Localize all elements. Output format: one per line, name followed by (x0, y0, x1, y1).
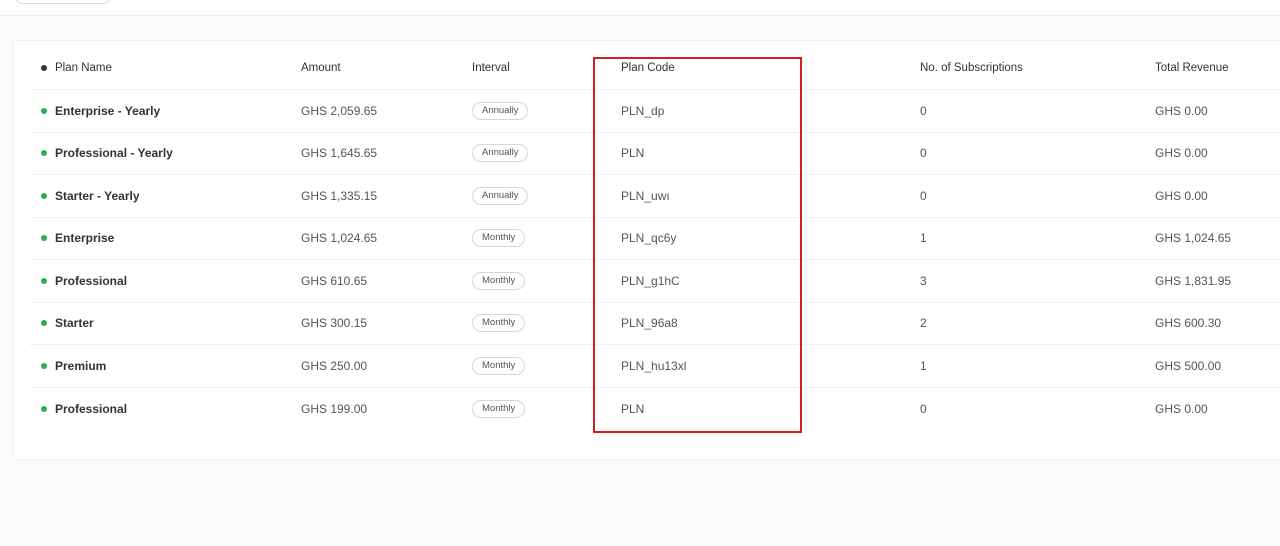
plan-amount: GHS 1,645.65 (301, 146, 378, 161)
header-amount[interactable]: Amount (301, 47, 341, 89)
table-row[interactable]: Enterprise - Yearly GHS 2,059.65 Annually P… (29, 90, 1280, 133)
interval-badge: Monthly (472, 356, 526, 375)
interval-badge: Monthly (472, 271, 526, 290)
plan-code: PLN_96a8 (621, 316, 678, 331)
header-total-revenue[interactable]: Total Revenue (1155, 47, 1229, 89)
active-status-dot-icon (41, 320, 47, 327)
top-bar (0, 0, 1280, 16)
plan-code: PLN (621, 401, 645, 416)
header-interval[interactable]: Interval (472, 47, 510, 89)
table-row[interactable]: Premium GHS 250.00 Monthly PLN_hu13xl 1 GHS 5… (29, 345, 1280, 388)
plan-interval-cell: Monthly (472, 388, 526, 431)
table-row[interactable]: Starter GHS 300.15 Monthly PLN_96a8 2 GHS 600… (29, 303, 1280, 345)
total-revenue: GHS 0.00 (1155, 103, 1208, 118)
active-status-dot-icon (41, 192, 47, 199)
plan-interval-cell: Annually (472, 133, 529, 175)
active-status-dot-icon (41, 405, 47, 412)
plan-amount: GHS 250.00 (301, 358, 368, 373)
plan-amount: GHS 1,335.15 (301, 188, 378, 203)
plan-name-cell: Starter - Yearly (41, 175, 140, 217)
total-revenue: GHS 0.00 (1155, 188, 1208, 203)
plan-code: PLN (621, 146, 645, 161)
plan-code: PLN_hu13xl (621, 358, 687, 373)
table-row[interactable]: Starter - Yearly GHS 1,335.15 Annually PLN_… (29, 175, 1280, 218)
plan-name-cell: Professional (41, 260, 127, 302)
plan-name[interactable]: Premium (55, 359, 106, 373)
plan-amount: GHS 610.65 (301, 273, 368, 288)
total-revenue: GHS 1,831.95 (1155, 273, 1232, 288)
plan-name[interactable]: Professional - Yearly (55, 146, 173, 160)
interval-badge: Monthly (472, 314, 526, 333)
total-revenue: GHS 0.00 (1155, 146, 1208, 161)
subscription-count: 0 (920, 401, 927, 416)
subscription-count: 0 (920, 146, 927, 161)
subscription-count: 1 (920, 358, 927, 373)
plan-interval-cell: Annually (472, 90, 529, 132)
plan-name-cell: Enterprise - Yearly (41, 90, 160, 132)
plan-code: PLN_g1hC (621, 273, 680, 288)
header-dot-icon (41, 65, 47, 71)
table-row[interactable]: Enterprise GHS 1,024.65 Monthly PLN_qc6y 1 GH… (29, 218, 1280, 260)
plan-name[interactable]: Enterprise (55, 231, 114, 245)
subscription-count: 1 (920, 231, 927, 246)
plan-interval-cell: Monthly (472, 303, 526, 345)
plan-name[interactable]: Professional (55, 402, 127, 416)
active-status-dot-icon (41, 277, 47, 284)
plan-amount: GHS 300.15 (301, 316, 368, 331)
total-revenue: GHS 500.00 (1155, 358, 1222, 373)
subscription-count: 3 (920, 273, 927, 288)
plan-name-cell: Professional (41, 388, 127, 431)
table-row[interactable]: Professional GHS 199.00 Monthly PLN 0 GHS 0.0… (29, 388, 1280, 431)
header-plan-code[interactable]: Plan Code (621, 47, 675, 89)
plan-interval-cell: Monthly (472, 345, 526, 387)
plans-table-card: Plan Name Amount Interval Plan Code No. … (13, 40, 1280, 460)
active-status-dot-icon (41, 362, 47, 369)
plan-name[interactable]: Professional (55, 274, 127, 288)
plan-interval-cell: Annually (472, 175, 529, 217)
plan-name-cell: Professional - Yearly (41, 133, 173, 175)
plan-code: PLN_qc6y (621, 231, 677, 246)
plan-interval-cell: Monthly (472, 260, 526, 302)
total-revenue: GHS 1,024.65 (1155, 231, 1232, 246)
plan-code: PLN_dp (621, 103, 665, 118)
plan-amount: GHS 2,059.65 (301, 103, 378, 118)
interval-badge: Annually (472, 101, 529, 120)
interval-badge: Annually (472, 186, 529, 205)
plan-name[interactable]: Starter - Yearly (55, 189, 140, 203)
header-plan-name-label: Plan Name (55, 62, 112, 74)
table-row[interactable]: Professional GHS 610.65 Monthly PLN_g1hC 3 GH… (29, 260, 1280, 303)
total-revenue: GHS 600.30 (1155, 316, 1222, 331)
plan-amount: GHS 199.00 (301, 401, 368, 416)
subscription-count: 2 (920, 316, 927, 331)
plan-name-cell: Starter (41, 303, 94, 345)
total-revenue: GHS 0.00 (1155, 401, 1208, 416)
plan-name[interactable]: Starter (55, 316, 94, 330)
interval-badge: Monthly (472, 229, 526, 248)
plan-interval-cell: Monthly (472, 218, 526, 260)
plan-code: PLN_uwı (621, 188, 670, 203)
active-status-dot-icon (41, 107, 47, 114)
header-plan-name[interactable]: Plan Name (41, 47, 112, 89)
plan-name[interactable]: Enterprise - Yearly (55, 104, 160, 118)
subscription-count: 0 (920, 103, 927, 118)
subscription-count: 0 (920, 188, 927, 203)
plan-amount: GHS 1,024.65 (301, 231, 378, 246)
table-header-row: Plan Name Amount Interval Plan Code No. … (29, 47, 1280, 90)
interval-badge: Monthly (472, 399, 526, 418)
active-status-dot-icon (41, 150, 47, 157)
active-status-dot-icon (41, 235, 47, 242)
plan-name-cell: Premium (41, 345, 106, 387)
plan-name-cell: Enterprise (41, 218, 114, 260)
header-subscriptions[interactable]: No. of Subscriptions (920, 47, 1023, 89)
interval-badge: Annually (472, 144, 529, 163)
top-bar-button[interactable] (16, 0, 110, 4)
plans-table: Plan Name Amount Interval Plan Code No. … (29, 47, 1280, 430)
table-row[interactable]: Professional - Yearly GHS 1,645.65 Annuall… (29, 133, 1280, 175)
